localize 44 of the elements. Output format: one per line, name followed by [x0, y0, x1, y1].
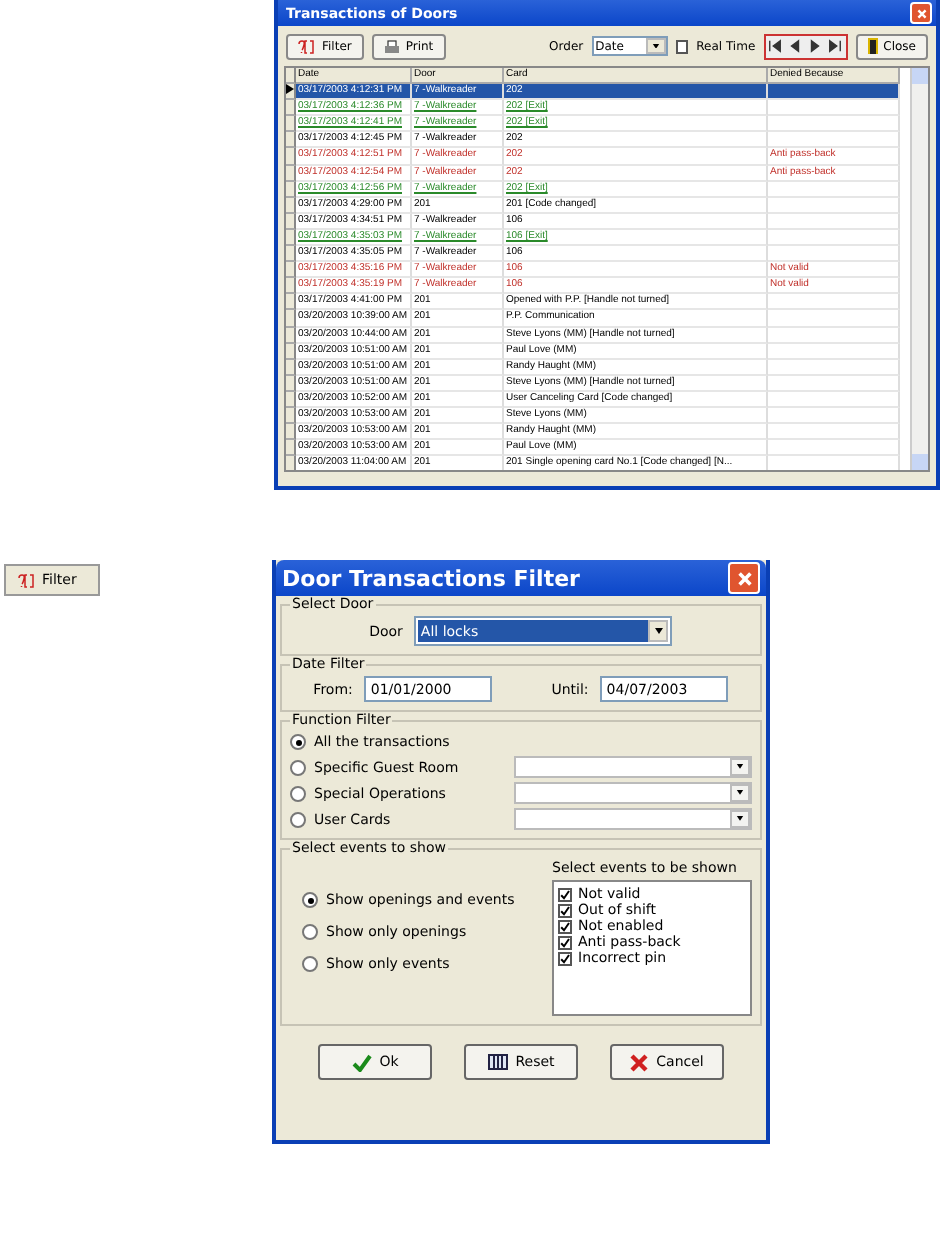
close-button[interactable]	[728, 562, 760, 594]
dropdown[interactable]	[514, 756, 752, 778]
table-cell[interactable]	[768, 359, 900, 376]
caret-icon	[653, 628, 664, 634]
table-cell[interactable]	[768, 407, 900, 425]
arrow-icon	[828, 38, 843, 54]
filter-icon	[298, 39, 316, 53]
table-cell[interactable]	[768, 229, 900, 247]
filter-icon	[18, 573, 36, 587]
caret-icon	[736, 790, 744, 796]
close-icon	[915, 7, 927, 19]
navigation-button[interactable]	[765, 35, 786, 57]
table-cell[interactable]	[768, 294, 900, 311]
printer-icon	[383, 39, 400, 53]
checkbox[interactable]	[675, 39, 689, 53]
table-cell[interactable]	[768, 132, 900, 149]
table-cell[interactable]	[768, 310, 900, 327]
table-cell[interactable]	[768, 327, 900, 344]
table-cell[interactable]	[768, 424, 900, 441]
arrow-icon	[768, 38, 783, 54]
table-cell[interactable]	[768, 181, 900, 198]
navigation-button[interactable]	[825, 35, 846, 57]
table-cell[interactable]	[768, 116, 900, 133]
table-cell[interactable]	[768, 440, 900, 457]
table-cell[interactable]	[768, 375, 900, 392]
close-button[interactable]	[910, 2, 932, 24]
check-icon	[351, 1053, 372, 1071]
table-cell[interactable]	[768, 197, 900, 214]
table-cell[interactable]	[768, 213, 900, 230]
table-cell[interactable]	[768, 391, 900, 408]
dropdown[interactable]	[514, 808, 752, 830]
door-icon	[867, 38, 878, 54]
cross-icon	[630, 1053, 649, 1071]
table-cell[interactable]	[768, 84, 900, 101]
dropdown[interactable]	[514, 782, 752, 804]
caret-icon	[736, 816, 744, 822]
caret-icon	[651, 43, 660, 49]
table-cell[interactable]	[768, 343, 900, 360]
table-cell[interactable]	[768, 100, 900, 117]
close-icon	[735, 569, 753, 587]
calendar-icon	[487, 1054, 508, 1070]
table-cell[interactable]	[768, 246, 900, 263]
caret-icon	[736, 764, 744, 770]
dialog-title: Door Transactions Filter	[282, 565, 580, 591]
